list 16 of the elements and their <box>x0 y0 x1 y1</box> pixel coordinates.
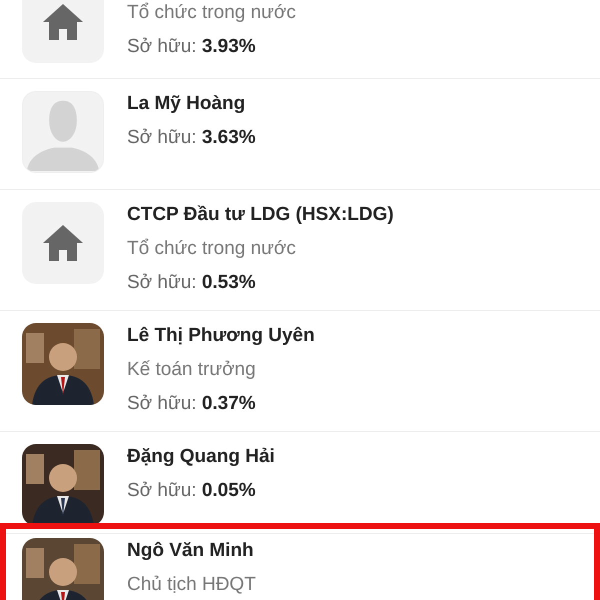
house-icon <box>41 2 85 42</box>
shareholder-role: Chủ tịch HĐQT <box>127 573 256 597</box>
ownership-text: Sở hữu: 0.53% <box>127 271 257 295</box>
shareholder-role: Tổ chức trong nước <box>127 1 296 25</box>
shareholder-name: Lê Thị Phương Uyên <box>127 324 315 348</box>
shareholder-role: Tổ chức trong nước <box>127 237 297 261</box>
ownership-text: Sở hữu: 3.63% <box>127 126 256 150</box>
ownership-text: Sở hữu: 3.93% <box>127 35 257 59</box>
ownership-text: Sở hữu: 0.37% <box>127 392 257 416</box>
shareholder-name: La Mỹ Hoàng <box>127 92 246 116</box>
shareholder-name: CTCP Đầu tư LDG (HSX:LDG) <box>127 203 394 227</box>
ownership-text: Sở hữu: 0.05% <box>127 479 257 503</box>
shareholder-name: Đặng Quang Hải <box>127 445 275 469</box>
house-icon <box>41 223 85 263</box>
shareholder-role: Kế toán trưởng <box>127 358 257 382</box>
shareholder-name: Ngô Văn Minh <box>127 539 255 563</box>
